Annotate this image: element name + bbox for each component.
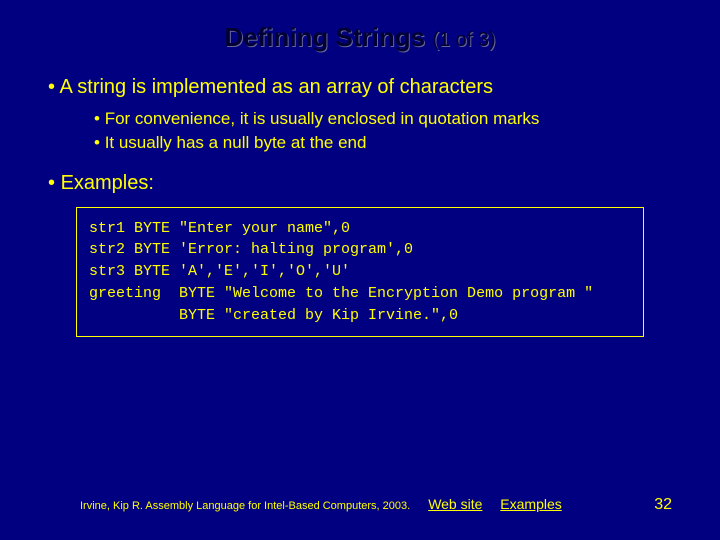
- slide-title: Defining Strings (1 of 3): [0, 0, 720, 53]
- bullet-1b: It usually has a null byte at the end: [94, 131, 672, 155]
- slide: Defining Strings (1 of 3) A string is im…: [0, 0, 720, 540]
- page-number: 32: [654, 496, 672, 514]
- bullet-1-text: A string is implemented as an array of c…: [59, 76, 493, 98]
- link-web-site[interactable]: Web site: [428, 496, 482, 512]
- title-sub: (1 of 3): [432, 29, 495, 51]
- footer-links: Web site Examples: [428, 496, 576, 512]
- slide-content: A string is implemented as an array of c…: [0, 53, 720, 337]
- bullet-1: A string is implemented as an array of c…: [48, 73, 672, 155]
- code-example: str1 BYTE "Enter your name",0 str2 BYTE …: [76, 207, 644, 338]
- bullet-2: Examples:: [48, 169, 672, 197]
- link-examples[interactable]: Examples: [500, 496, 561, 512]
- bullet-1a: For convenience, it is usually enclosed …: [94, 107, 672, 131]
- title-main: Defining Strings: [224, 22, 425, 52]
- footer: Irvine, Kip R. Assembly Language for Int…: [0, 496, 720, 514]
- footer-citation: Irvine, Kip R. Assembly Language for Int…: [80, 500, 410, 512]
